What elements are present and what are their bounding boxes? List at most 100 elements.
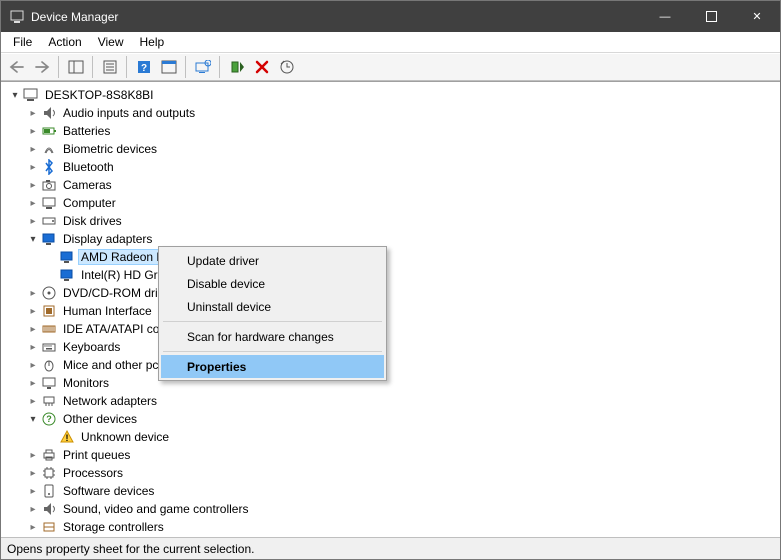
battery-icon bbox=[41, 123, 57, 139]
svg-text:?: ? bbox=[46, 414, 52, 424]
disc-icon bbox=[41, 285, 57, 301]
tree-category-audio[interactable]: ▸ Audio inputs and outputs bbox=[9, 104, 780, 122]
tree-category-print-queues[interactable]: ▸ Print queues bbox=[9, 446, 780, 464]
network-icon bbox=[41, 393, 57, 409]
expand-arrow-icon[interactable]: ▾ bbox=[9, 90, 21, 101]
enable-device-button[interactable] bbox=[225, 56, 248, 78]
tree-category-mice[interactable]: ▸ Mice and other pc bbox=[9, 356, 780, 374]
svg-text:?: ? bbox=[140, 63, 146, 74]
forward-button[interactable] bbox=[30, 56, 53, 78]
collapse-arrow-icon[interactable]: ▸ bbox=[27, 468, 39, 479]
menu-help[interactable]: Help bbox=[132, 33, 173, 51]
title-bar: Device Manager — ✕ bbox=[1, 1, 780, 32]
help-button[interactable]: ? bbox=[132, 56, 155, 78]
close-button[interactable]: ✕ bbox=[734, 1, 780, 32]
toolbar: ? bbox=[1, 53, 780, 81]
context-item-scan-hardware[interactable]: Scan for hardware changes bbox=[161, 325, 384, 348]
collapse-arrow-icon[interactable]: ▸ bbox=[27, 450, 39, 461]
display-adapter-icon bbox=[59, 249, 75, 265]
tree-device-intel-hd[interactable]: Intel(R) HD Gra bbox=[9, 266, 780, 284]
tree-category-keyboards[interactable]: ▸ Keyboards bbox=[9, 338, 780, 356]
collapse-arrow-icon[interactable]: ▸ bbox=[27, 360, 39, 371]
tree-category-display-adapters[interactable]: ▾ Display adapters bbox=[9, 230, 780, 248]
tree-category-hid[interactable]: ▸ Human Interface bbox=[9, 302, 780, 320]
menu-action[interactable]: Action bbox=[40, 33, 89, 51]
collapse-arrow-icon[interactable]: ▸ bbox=[27, 216, 39, 227]
content-area: ▾ DESKTOP-8S8K8BI ▸ Audio inputs and out… bbox=[1, 81, 780, 537]
tree-category-dvd[interactable]: ▸ DVD/CD-ROM dri bbox=[9, 284, 780, 302]
uninstall-device-button[interactable] bbox=[250, 56, 273, 78]
maximize-button[interactable] bbox=[688, 1, 734, 32]
collapse-arrow-icon[interactable]: ▸ bbox=[27, 486, 39, 497]
tree-root-label: DESKTOP-8S8K8BI bbox=[42, 87, 157, 103]
context-item-uninstall-device[interactable]: Uninstall device bbox=[161, 295, 384, 318]
menu-file[interactable]: File bbox=[5, 33, 40, 51]
tree-category-other-devices[interactable]: ▾ ? Other devices bbox=[9, 410, 780, 428]
collapse-arrow-icon[interactable]: ▸ bbox=[27, 108, 39, 119]
computer-icon bbox=[41, 195, 57, 211]
properties-button[interactable] bbox=[98, 56, 121, 78]
camera-icon bbox=[41, 177, 57, 193]
menu-view[interactable]: View bbox=[90, 33, 132, 51]
tree-category-computer[interactable]: ▸ Computer bbox=[9, 194, 780, 212]
menu-bar: File Action View Help bbox=[1, 32, 780, 53]
tree-category-sound[interactable]: ▸ Sound, video and game controllers bbox=[9, 500, 780, 518]
collapse-arrow-icon[interactable]: ▸ bbox=[27, 522, 39, 533]
minimize-button[interactable]: — bbox=[642, 1, 688, 32]
collapse-arrow-icon[interactable]: ▸ bbox=[27, 198, 39, 209]
collapse-arrow-icon[interactable]: ▸ bbox=[27, 126, 39, 137]
keyboard-icon bbox=[41, 339, 57, 355]
storage-icon bbox=[41, 519, 57, 535]
context-item-disable-device[interactable]: Disable device bbox=[161, 272, 384, 295]
print-icon bbox=[41, 447, 57, 463]
collapse-arrow-icon[interactable]: ▸ bbox=[27, 342, 39, 353]
collapse-arrow-icon[interactable]: ▸ bbox=[27, 288, 39, 299]
collapse-arrow-icon[interactable]: ▸ bbox=[27, 324, 39, 335]
ide-icon bbox=[41, 321, 57, 337]
action-button[interactable] bbox=[157, 56, 180, 78]
tree-root-node[interactable]: ▾ DESKTOP-8S8K8BI bbox=[9, 86, 780, 104]
tree-category-bluetooth[interactable]: ▸ Bluetooth bbox=[9, 158, 780, 176]
tree-category-biometric[interactable]: ▸ Biometric devices bbox=[9, 140, 780, 158]
tree-device-label: Intel(R) HD Gra bbox=[78, 267, 167, 283]
speaker-icon bbox=[41, 105, 57, 121]
collapse-arrow-icon[interactable]: ▸ bbox=[27, 378, 39, 389]
toolbar-divider bbox=[92, 56, 93, 78]
expand-arrow-icon[interactable]: ▾ bbox=[27, 234, 39, 245]
app-icon bbox=[9, 9, 25, 25]
tree-device-label: Unknown device bbox=[78, 429, 172, 445]
tree-category-network[interactable]: ▸ Network adapters bbox=[9, 392, 780, 410]
context-item-update-driver[interactable]: Update driver bbox=[161, 249, 384, 272]
context-item-properties[interactable]: Properties bbox=[161, 355, 384, 378]
speaker-icon bbox=[41, 501, 57, 517]
display-adapter-icon bbox=[41, 231, 57, 247]
scan-hardware-button[interactable] bbox=[191, 56, 214, 78]
tree-category-cameras[interactable]: ▸ Cameras bbox=[9, 176, 780, 194]
toolbar-divider bbox=[185, 56, 186, 78]
show-hide-console-tree-button[interactable] bbox=[64, 56, 87, 78]
svg-text:!: ! bbox=[66, 433, 69, 443]
other-devices-icon: ? bbox=[41, 411, 57, 427]
tree-category-software-devices[interactable]: ▸ Software devices bbox=[9, 482, 780, 500]
tree-category-processors[interactable]: ▸ Processors bbox=[9, 464, 780, 482]
monitor-icon bbox=[41, 375, 57, 391]
tree-device-amd-radeon[interactable]: AMD Radeon HD 7670M bbox=[9, 248, 780, 266]
collapse-arrow-icon[interactable]: ▸ bbox=[27, 162, 39, 173]
tree-device-unknown[interactable]: ! Unknown device bbox=[9, 428, 780, 446]
expand-arrow-icon[interactable]: ▾ bbox=[27, 414, 39, 425]
device-tree[interactable]: ▾ DESKTOP-8S8K8BI ▸ Audio inputs and out… bbox=[1, 82, 780, 537]
collapse-arrow-icon[interactable]: ▸ bbox=[27, 504, 39, 515]
collapse-arrow-icon[interactable]: ▸ bbox=[27, 144, 39, 155]
tree-category-ide[interactable]: ▸ IDE ATA/ATAPI co bbox=[9, 320, 780, 338]
cpu-icon bbox=[41, 465, 57, 481]
tree-category-monitors[interactable]: ▸ Monitors bbox=[9, 374, 780, 392]
tree-category-storage[interactable]: ▸ Storage controllers bbox=[9, 518, 780, 536]
tree-category-disk-drives[interactable]: ▸ Disk drives bbox=[9, 212, 780, 230]
collapse-arrow-icon[interactable]: ▸ bbox=[27, 180, 39, 191]
update-driver-button[interactable] bbox=[275, 56, 298, 78]
software-icon bbox=[41, 483, 57, 499]
tree-category-batteries[interactable]: ▸ Batteries bbox=[9, 122, 780, 140]
collapse-arrow-icon[interactable]: ▸ bbox=[27, 306, 39, 317]
back-button[interactable] bbox=[5, 56, 28, 78]
collapse-arrow-icon[interactable]: ▸ bbox=[27, 396, 39, 407]
